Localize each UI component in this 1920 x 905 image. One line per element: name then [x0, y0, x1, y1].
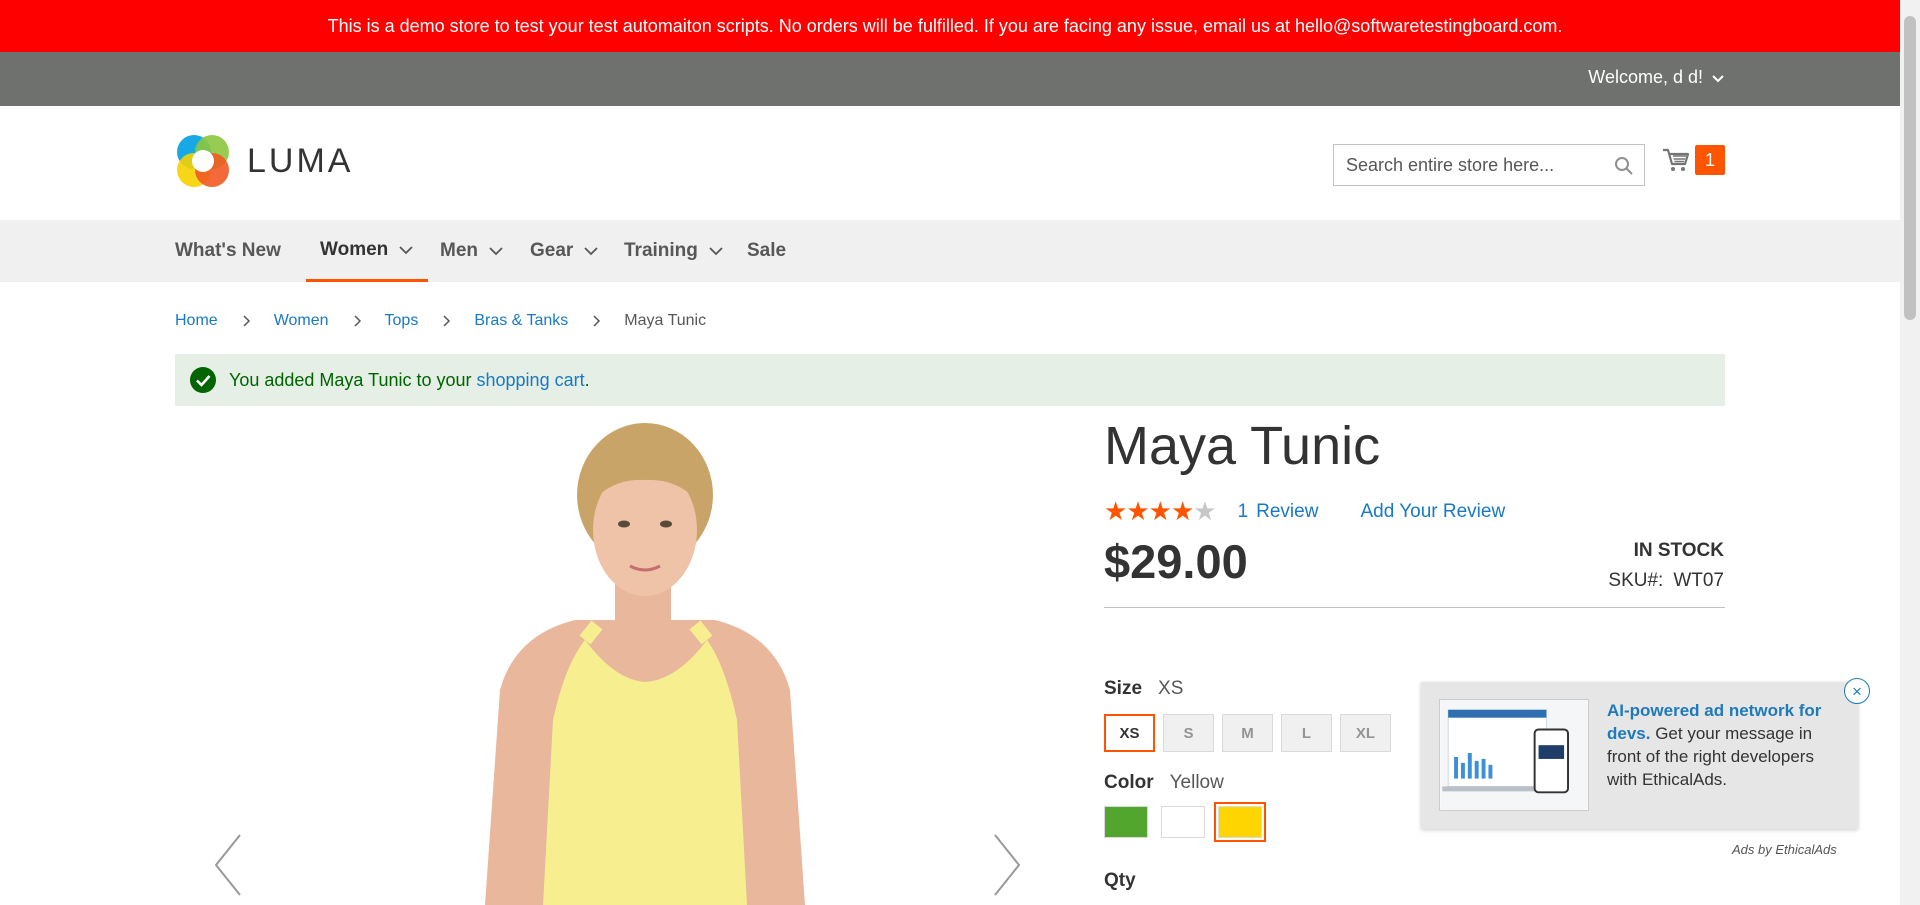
ethicalads-banner[interactable]: × AI-powered ad network for devs. Get yo… — [1421, 678, 1870, 829]
ad-text: AI-powered ad network for devs. Get your… — [1607, 699, 1842, 791]
nav-item-label: What's New — [175, 240, 281, 261]
gallery-next-arrow-icon[interactable] — [987, 830, 1027, 900]
ad-attribution[interactable]: Ads by EthicalAds — [1732, 842, 1837, 857]
nav-item-men[interactable]: Men — [440, 220, 504, 282]
cart-icon — [1663, 148, 1690, 171]
checkmark-circle-icon — [190, 367, 216, 393]
review-count: 1 — [1237, 500, 1249, 522]
gallery-prev-arrow-icon[interactable] — [208, 830, 248, 900]
chevron-down-icon — [489, 247, 503, 256]
scrollbar-thumb[interactable] — [1904, 16, 1916, 320]
nav-item-whats-new[interactable]: What's New — [175, 220, 281, 282]
rating-stars: ★ ★ ★ ★ ★ — [1104, 496, 1217, 527]
ad-close-button[interactable]: × — [1844, 678, 1870, 704]
reviews-link[interactable]: 1 Review — [1238, 501, 1319, 523]
nav-item-sale[interactable]: Sale — [747, 220, 786, 282]
chevron-down-icon — [399, 245, 413, 254]
page-header: LUMA 1 — [0, 106, 1920, 220]
search-icon[interactable] — [1614, 156, 1634, 176]
color-swatches — [1104, 802, 1266, 842]
product-rating: ★ ★ ★ ★ ★ 1 Review Add Your Review — [1104, 496, 1505, 527]
color-swatch-yellow[interactable] — [1214, 802, 1266, 842]
chevron-down-icon — [1712, 74, 1724, 82]
top-panel: Welcome, d d! — [0, 52, 1920, 106]
page-scrollbar[interactable] — [1900, 0, 1920, 905]
star-filled-icon: ★ — [1170, 496, 1194, 526]
breadcrumb-tops[interactable]: Tops — [385, 312, 419, 330]
size-swatches: XS S M L XL — [1104, 714, 1391, 752]
nav-item-label: Gear — [530, 240, 574, 261]
chevron-right-icon — [243, 315, 250, 327]
add-review-link[interactable]: Add Your Review — [1360, 501, 1505, 523]
color-option-label: Color Yellow — [1104, 772, 1224, 794]
color-selected-value: Yellow — [1169, 772, 1224, 793]
main-navigation: What's New Women Men Gear Training Sale — [0, 220, 1920, 282]
search-box — [1333, 144, 1645, 186]
product-title: Maya Tunic — [1104, 416, 1381, 476]
nav-item-gear[interactable]: Gear — [530, 220, 599, 282]
product-gallery — [175, 420, 1075, 905]
breadcrumb-women[interactable]: Women — [274, 312, 329, 330]
breadcrumb-current: Maya Tunic — [624, 312, 707, 329]
nav-item-label: Women — [320, 238, 389, 260]
color-label: Color — [1104, 772, 1154, 793]
size-swatch-m[interactable]: M — [1222, 714, 1273, 752]
chevron-down-icon — [584, 247, 598, 256]
nav-item-label: Sale — [747, 240, 787, 261]
ad-thumbnail-image[interactable] — [1439, 699, 1589, 811]
size-selected-value: XS — [1158, 678, 1184, 699]
cart-count-badge: 1 — [1695, 145, 1725, 175]
sku-value: WT07 — [1673, 570, 1724, 591]
demo-notice-banner: This is a demo store to test your test a… — [0, 0, 1920, 52]
nav-item-training[interactable]: Training — [624, 220, 724, 282]
logo-text: LUMA — [247, 141, 354, 180]
star-filled-icon: ★ — [1126, 496, 1149, 526]
star-filled-icon: ★ — [1104, 496, 1127, 526]
chevron-right-icon — [354, 315, 361, 327]
nav-item-label: Men — [440, 240, 478, 261]
chevron-down-icon — [709, 247, 723, 256]
nav-item-women[interactable]: Women — [306, 220, 429, 282]
size-swatch-s[interactable]: S — [1163, 714, 1214, 752]
color-swatch-green[interactable] — [1104, 806, 1148, 838]
shopping-cart-link[interactable]: shopping cart — [477, 370, 585, 391]
success-message: You added Maya Tunic to your shopping ca… — [175, 354, 1725, 406]
product-price: $29.00 — [1104, 535, 1248, 588]
size-option-label: Size XS — [1104, 678, 1183, 700]
welcome-text: Welcome, d d! — [1588, 67, 1703, 87]
stock-status: IN STOCK — [1633, 540, 1724, 561]
size-swatch-l[interactable]: L — [1281, 714, 1332, 752]
store-logo[interactable]: LUMA — [175, 133, 353, 189]
nav-item-label: Training — [624, 240, 698, 261]
star-filled-icon: ★ — [1148, 496, 1172, 526]
size-swatch-xl[interactable]: XL — [1340, 714, 1391, 752]
minicart-button[interactable]: 1 — [1661, 145, 1725, 175]
qty-label: Qty — [1104, 870, 1136, 891]
success-text: You added Maya Tunic to your — [229, 369, 472, 390]
breadcrumb-home[interactable]: Home — [175, 312, 218, 330]
review-label: Review — [1256, 500, 1319, 522]
breadcrumb-bras-tanks[interactable]: Bras & Tanks — [474, 312, 568, 330]
chevron-right-icon — [443, 315, 451, 327]
success-text-suffix: . — [584, 369, 590, 390]
demo-notice-text: This is a demo store to test your test a… — [327, 15, 1563, 36]
search-input[interactable] — [1334, 154, 1604, 176]
sku-label: SKU#: — [1608, 570, 1664, 591]
luma-logo-icon — [177, 135, 229, 187]
size-label: Size — [1104, 678, 1143, 699]
product-photo[interactable] — [425, 420, 845, 905]
star-empty-icon: ★ — [1193, 496, 1216, 526]
size-swatch-xs[interactable]: XS — [1104, 714, 1155, 752]
chevron-right-icon — [593, 315, 601, 327]
color-swatch-white[interactable] — [1161, 806, 1205, 838]
customer-welcome-menu[interactable]: Welcome, d d! — [1588, 67, 1725, 88]
breadcrumb: Home Women Tops Bras & Tanks Maya Tunic — [175, 312, 706, 330]
divider — [1104, 607, 1725, 608]
product-sku: SKU#: WT07 — [1608, 570, 1724, 592]
